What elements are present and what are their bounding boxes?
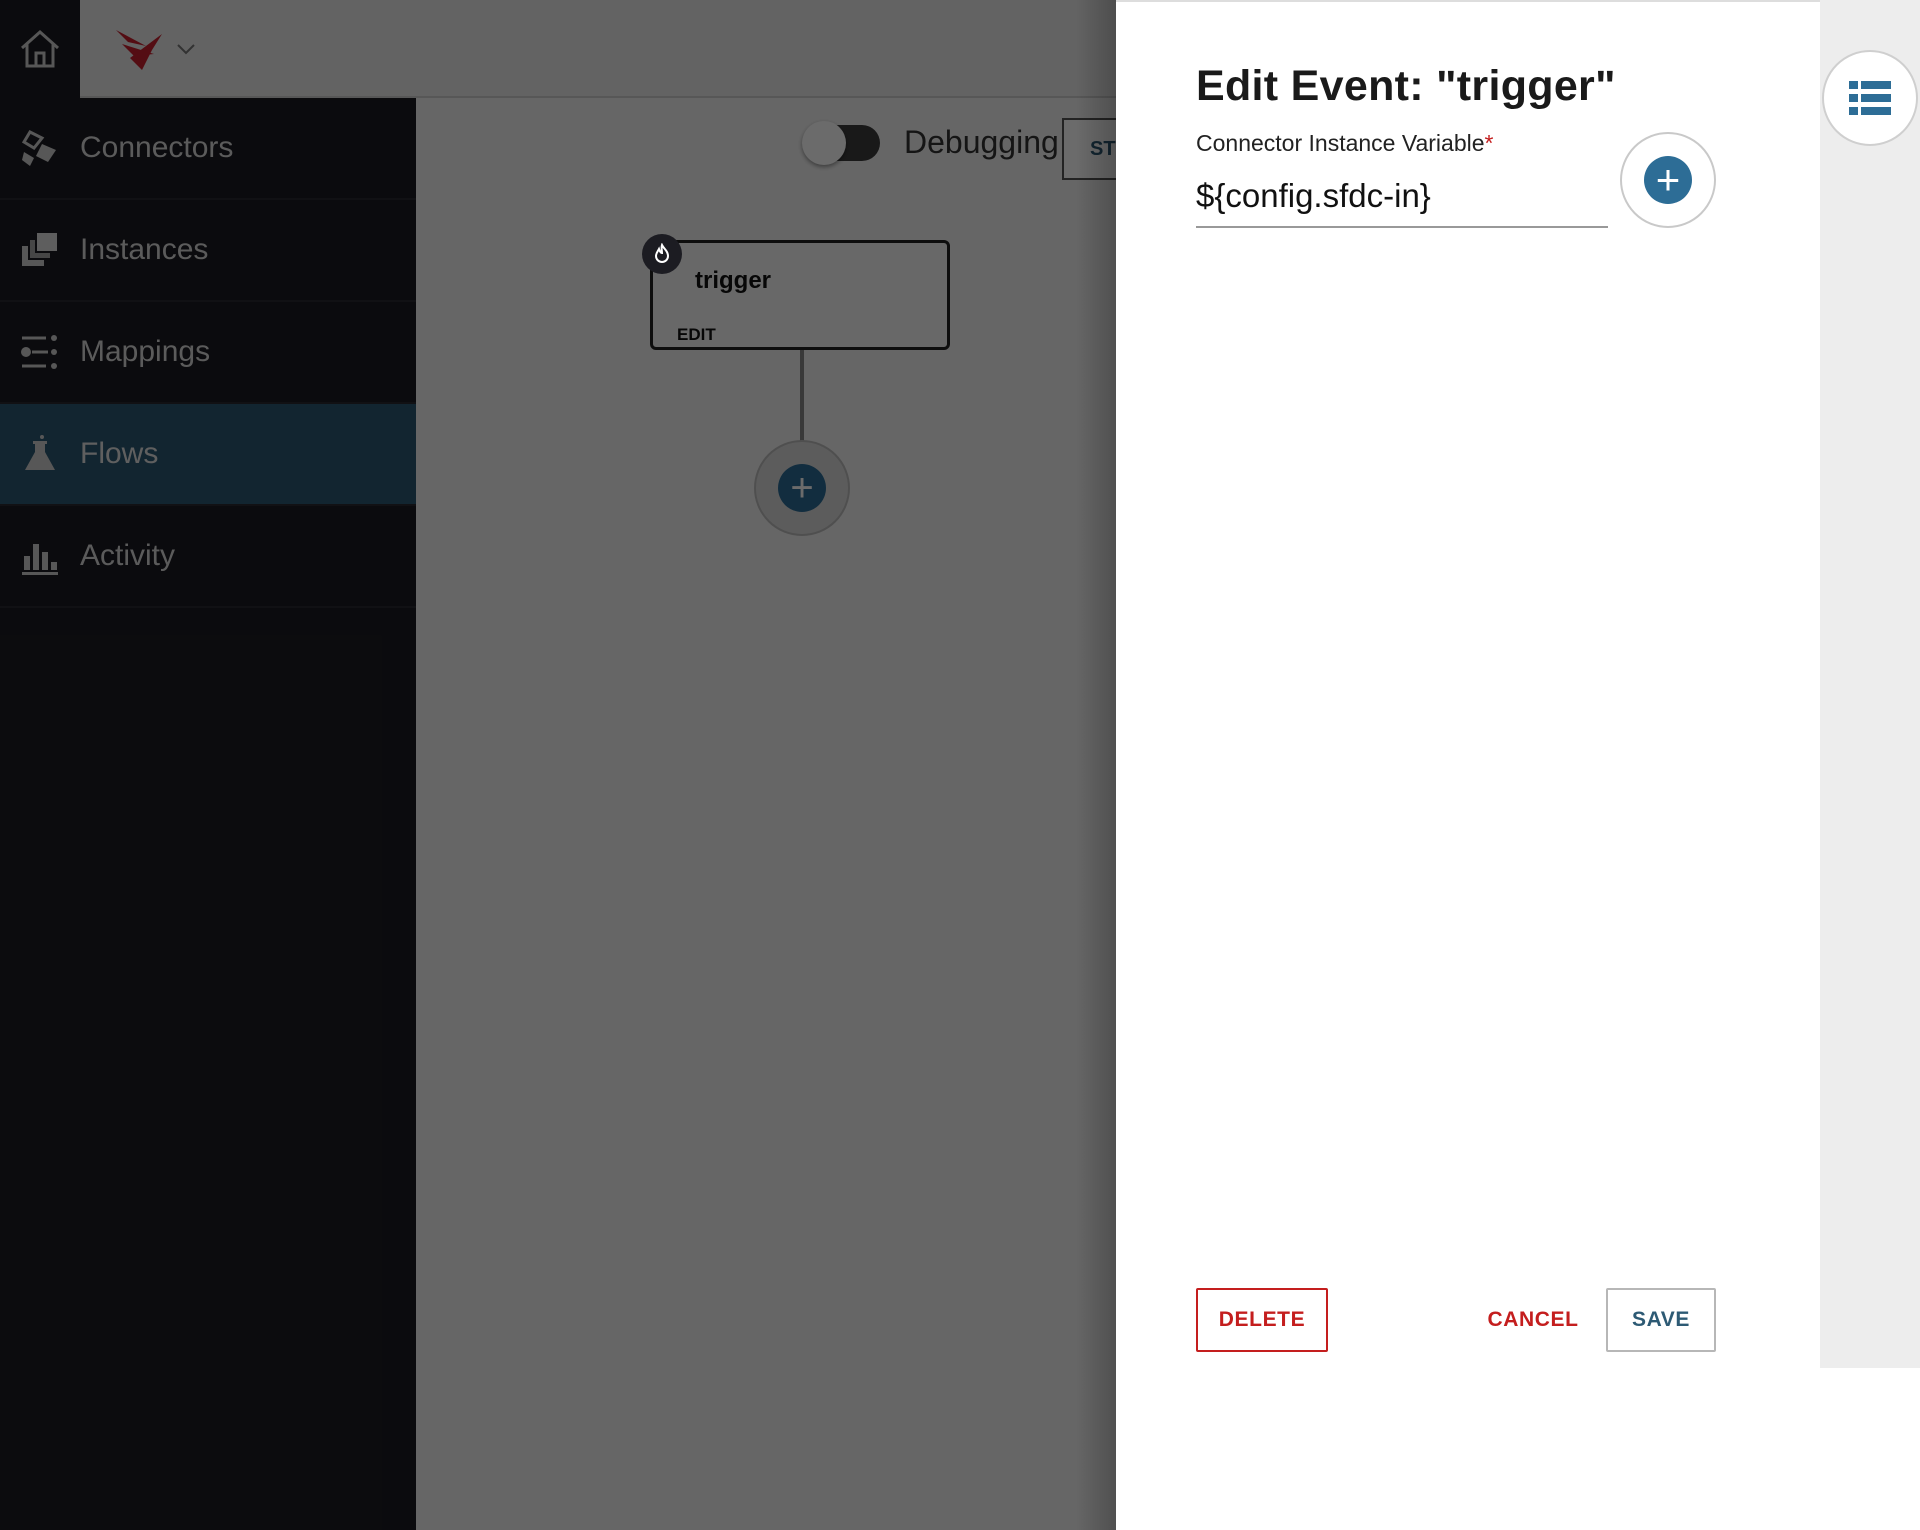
sidebar-item-connectors[interactable]: Connectors xyxy=(0,98,416,200)
sidebar-item-flows[interactable]: Flows xyxy=(0,404,416,506)
add-variable-button[interactable]: + xyxy=(1620,132,1716,228)
toggle-knob xyxy=(802,120,846,165)
sidebar-nav: Connectors Instances Mappings Flows Acti… xyxy=(0,98,416,1530)
list-icon xyxy=(1849,81,1891,115)
sidebar-item-label: Activity xyxy=(80,539,176,572)
debugging-toggle[interactable] xyxy=(802,120,880,165)
sidebar-item-label: Mappings xyxy=(80,335,211,368)
add-step-button[interactable]: + xyxy=(754,440,850,536)
field-label-text: Connector Instance Variable xyxy=(1196,130,1485,156)
right-rail xyxy=(1820,0,1920,1368)
connector-instance-variable-input[interactable] xyxy=(1196,166,1608,228)
bar-chart-icon xyxy=(20,536,60,576)
debugging-control: Debugging xyxy=(802,120,1059,165)
trigger-step-name: trigger xyxy=(695,267,772,294)
required-mark: * xyxy=(1484,130,1494,156)
save-button[interactable]: SAVE xyxy=(1606,1288,1716,1352)
sidebar-item-label: Flows xyxy=(80,437,159,470)
connector-instance-variable-label: Connector Instance Variable* xyxy=(1196,130,1493,157)
debugging-label: Debugging xyxy=(904,124,1059,160)
cancel-button[interactable]: CANCEL xyxy=(1468,1288,1598,1352)
instances-icon xyxy=(20,230,60,270)
list-view-button[interactable] xyxy=(1822,50,1918,146)
plus-icon: + xyxy=(778,464,826,512)
trigger-badge xyxy=(642,234,682,274)
flask-icon xyxy=(20,434,60,474)
trigger-edit-link[interactable]: EDIT xyxy=(677,325,716,345)
connectors-icon xyxy=(20,128,60,168)
home-button[interactable] xyxy=(0,0,80,98)
edit-event-panel: Edit Event: "trigger" Connector Instance… xyxy=(1116,0,1920,1530)
app-root: Connectors Instances Mappings Flows Acti… xyxy=(0,0,1920,1530)
trigger-step-card[interactable]: trigger EDIT xyxy=(650,240,950,350)
brand-menu[interactable] xyxy=(112,24,202,74)
chevron-down-icon xyxy=(177,44,195,55)
mappings-icon xyxy=(20,332,60,372)
plus-icon: + xyxy=(1644,156,1692,204)
brand-logo-icon xyxy=(116,30,162,70)
sidebar-item-label: Instances xyxy=(80,233,209,266)
sidebar-item-instances[interactable]: Instances xyxy=(0,200,416,302)
flow-connector-line xyxy=(800,350,804,442)
home-icon xyxy=(21,29,59,68)
sidebar-item-label: Connectors xyxy=(80,131,234,164)
sidebar-item-activity[interactable]: Activity xyxy=(0,506,416,608)
delete-button[interactable]: DELETE xyxy=(1196,1288,1328,1352)
panel-title: Edit Event: "trigger" xyxy=(1196,62,1616,110)
sidebar-item-mappings[interactable]: Mappings xyxy=(0,302,416,404)
trigger-icon xyxy=(654,243,670,263)
